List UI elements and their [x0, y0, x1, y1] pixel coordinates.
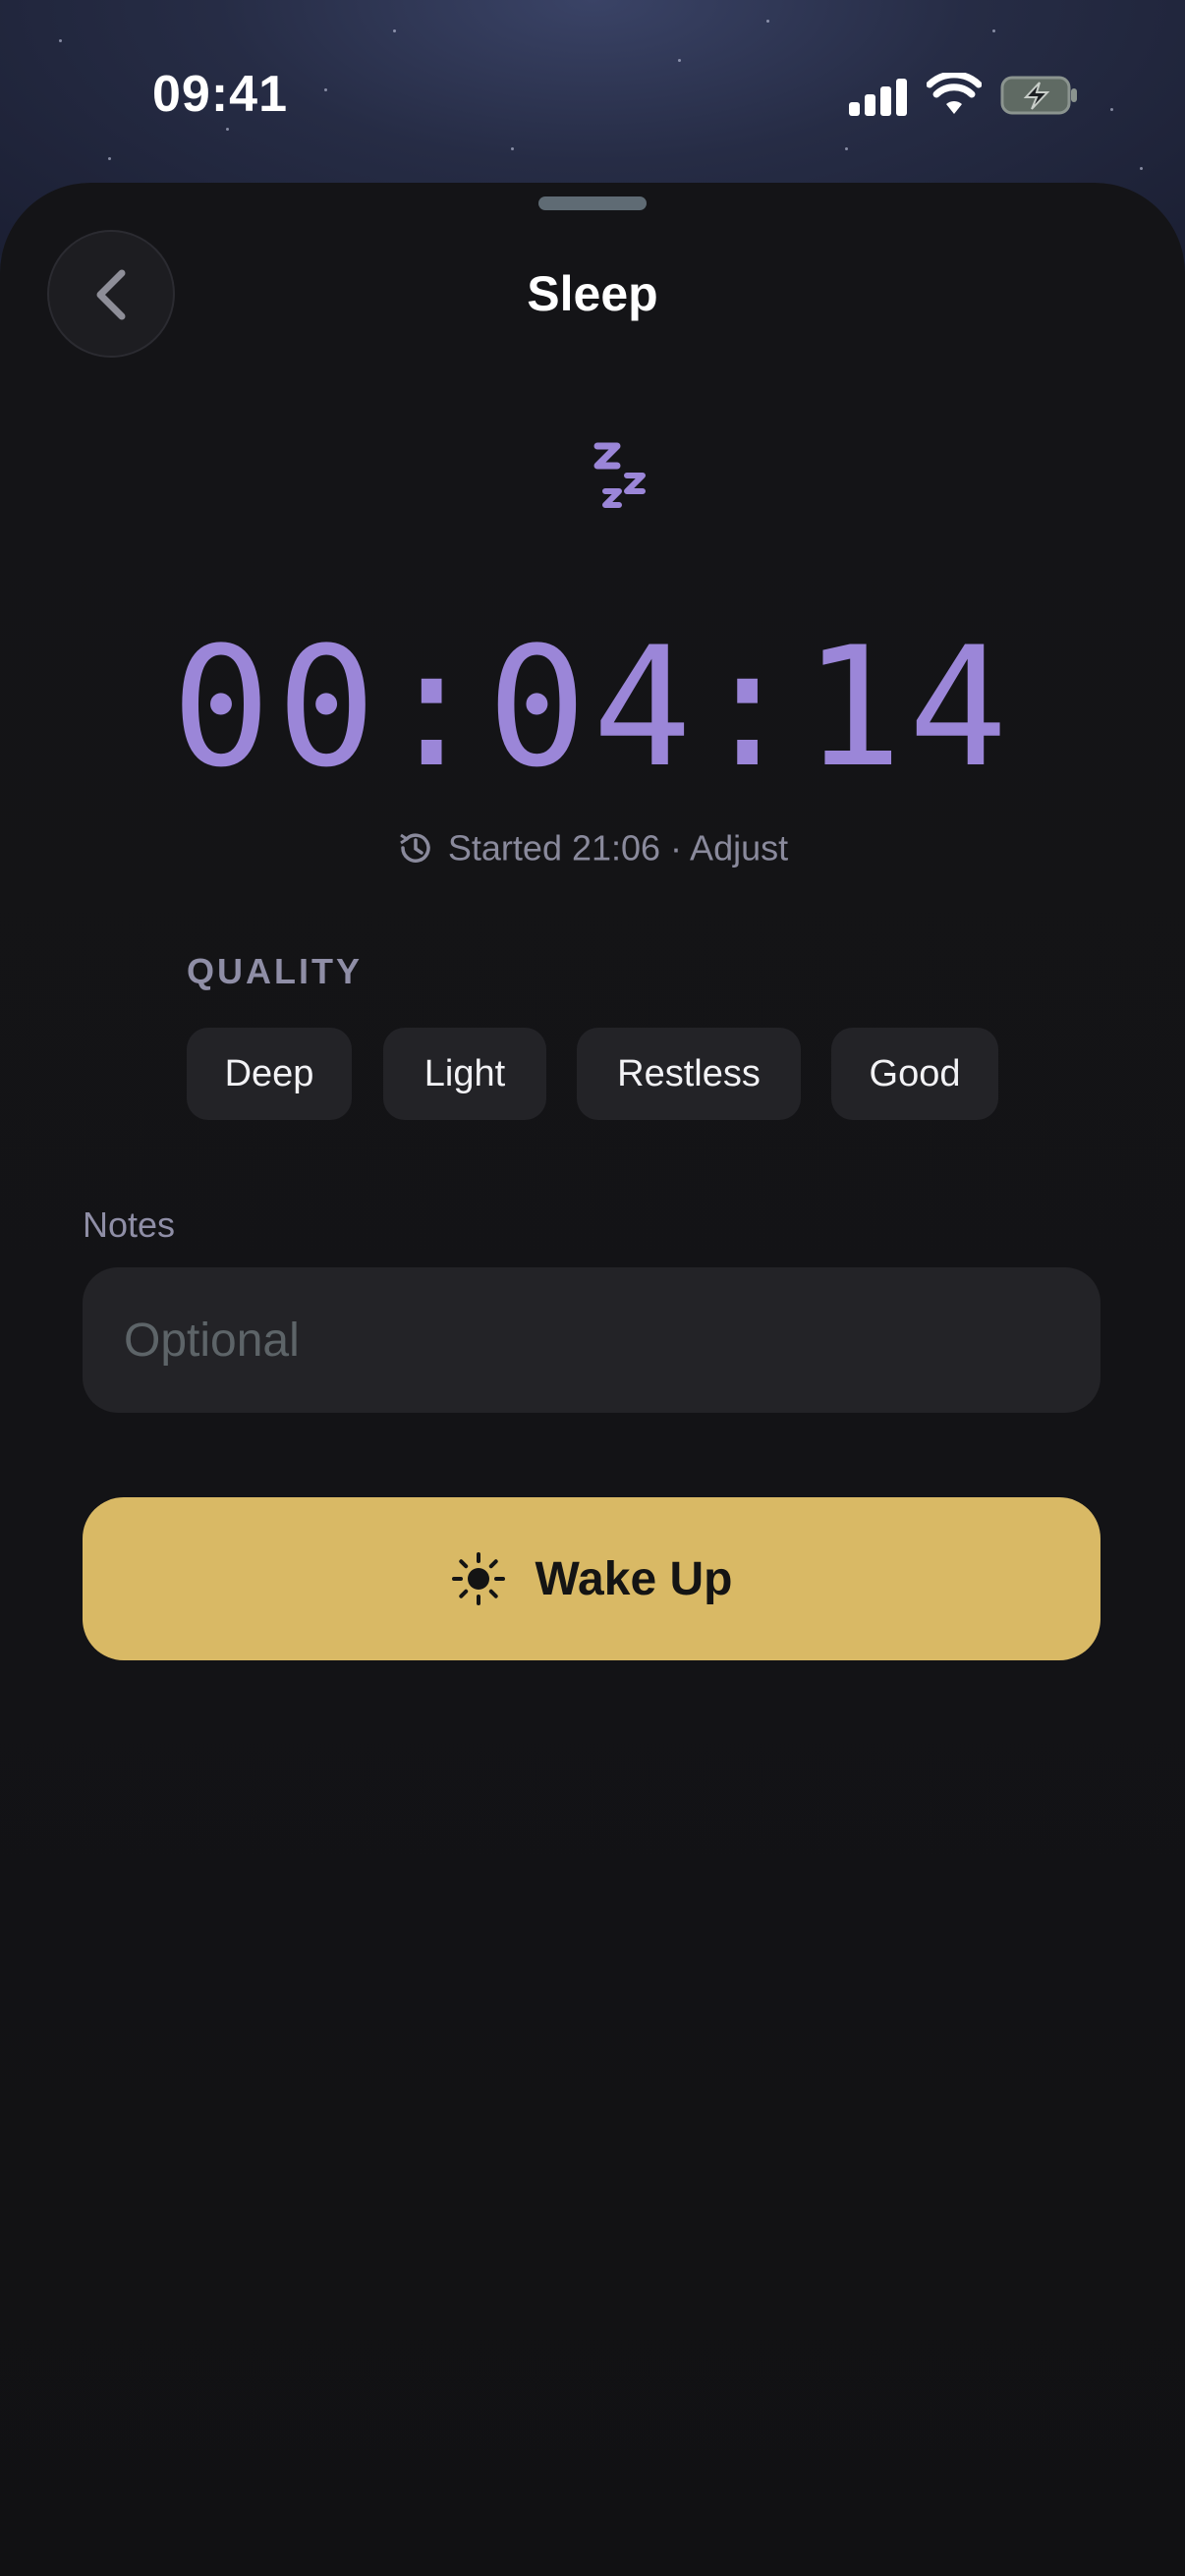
wake-up-button[interactable]: Wake Up [83, 1497, 1100, 1660]
sheet-grabber[interactable] [538, 196, 647, 210]
quality-chip-restless[interactable]: Restless [577, 1028, 801, 1120]
status-time: 09:41 [152, 66, 288, 123]
notes-input[interactable] [83, 1267, 1100, 1413]
sun-icon [451, 1552, 505, 1605]
status-bar: 09:41 [0, 0, 1185, 187]
history-icon [400, 833, 430, 864]
wake-up-label: Wake Up [535, 1552, 733, 1605]
quality-chip-light[interactable]: Light [383, 1028, 546, 1120]
quality-chip-good[interactable]: Good [831, 1028, 998, 1120]
moon-zzz-icon [561, 442, 646, 565]
quality-label: QUALITY [187, 951, 363, 991]
battery-charging-icon [1000, 76, 1077, 115]
started-adjust-link[interactable]: Started 21:06 · Adjust [0, 825, 1185, 868]
sleep-timer: 00:04:14 [171, 611, 1014, 804]
started-text: Started 21:06 · Adjust [447, 827, 789, 868]
quality-chip-deep[interactable]: Deep [187, 1028, 352, 1120]
cellular-signal-icon [849, 77, 908, 116]
wifi-icon [927, 73, 982, 114]
page-title: Sleep [527, 266, 658, 321]
notes-label: Notes [83, 1204, 176, 1245]
